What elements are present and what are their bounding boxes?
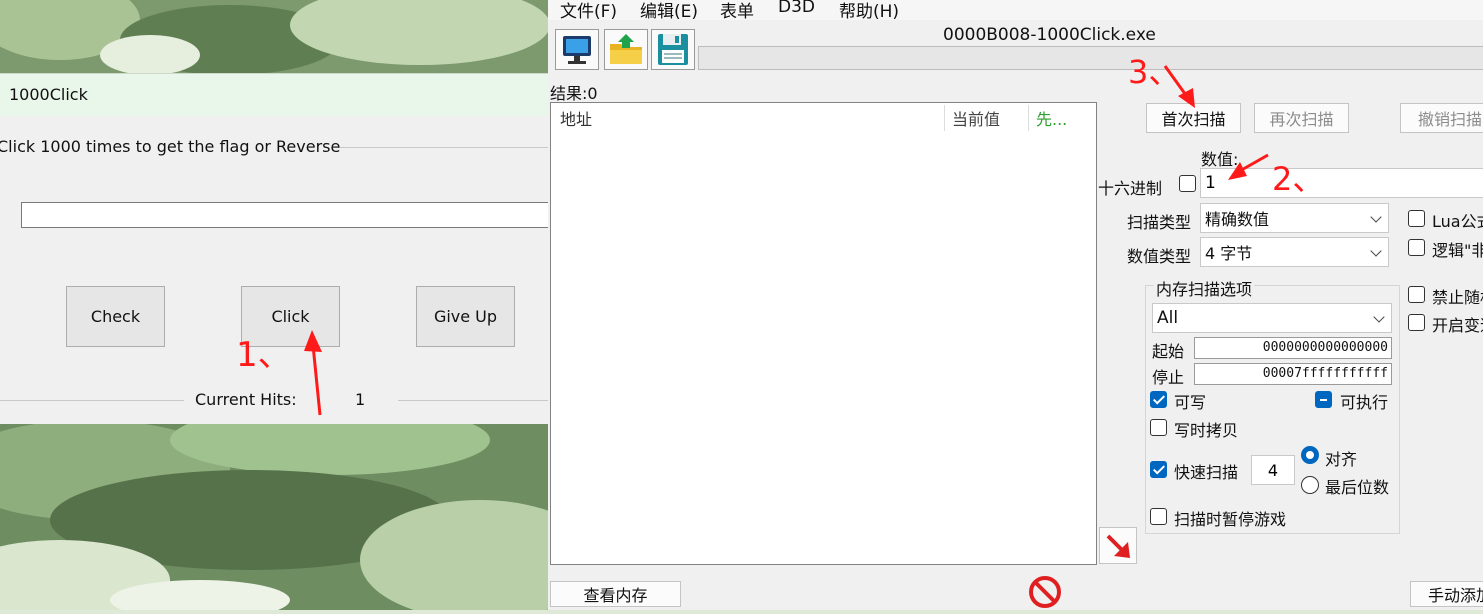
copy-on-write-label: 写时拷贝 (1174, 421, 1239, 440)
column-address[interactable]: 地址 (560, 106, 592, 130)
logic-not-label: 逻辑"非" (1432, 241, 1483, 260)
executable-label: 可执行 (1340, 393, 1389, 412)
open-process-button[interactable] (555, 29, 599, 70)
fast-scan-label: 快速扫描 (1174, 463, 1239, 482)
align-radio[interactable] (1301, 446, 1319, 464)
speedhack-checkbox[interactable] (1408, 314, 1425, 331)
memory-region-select[interactable]: All (1152, 303, 1392, 333)
hits-value: 1 (355, 390, 366, 409)
undo-scan-button[interactable]: 撤销扫描 (1400, 103, 1483, 133)
column-previous[interactable]: 先... (1036, 106, 1067, 130)
click-app-window: 1000Click Click 1000 times to get the fl… (0, 73, 561, 424)
scan-type-label: 扫描类型 (1127, 213, 1192, 232)
memory-options-label: 内存扫描选项 (1154, 276, 1255, 300)
last-digits-label: 最后位数 (1325, 478, 1390, 497)
click-app-title-bar: 1000Click (0, 74, 548, 116)
first-scan-button[interactable]: 首次扫描 (1146, 103, 1241, 133)
open-file-button[interactable] (604, 29, 648, 70)
save-disk-icon (658, 34, 688, 65)
writable-checkbox[interactable] (1150, 391, 1167, 408)
value-input[interactable] (1200, 168, 1483, 198)
add-to-list-button[interactable] (1099, 527, 1137, 564)
next-scan-button[interactable]: 再次扫描 (1254, 103, 1349, 133)
lua-formula-checkbox[interactable] (1408, 210, 1425, 227)
value-type-label: 数值类型 (1127, 247, 1192, 266)
column-separator (1028, 105, 1029, 131)
menu-bar: 文件(F) 编辑(E) 表单 D3D 帮助(H) (548, 0, 1483, 22)
value-label: 数值: (1201, 150, 1239, 169)
click-button[interactable]: Click (241, 286, 340, 347)
fast-scan-checkbox[interactable] (1150, 461, 1167, 478)
hex-label: 十六进制 (1098, 179, 1163, 198)
start-label: 起始 (1152, 342, 1185, 361)
column-current-value[interactable]: 当前值 (952, 106, 1000, 130)
scan-type-select[interactable]: 精确数值 (1200, 203, 1389, 233)
stop-label: 停止 (1152, 368, 1185, 387)
group-label: Click 1000 times to get the flag or Reve… (0, 137, 341, 156)
menu-d3d[interactable]: D3D (778, 0, 815, 17)
hex-checkbox[interactable] (1179, 175, 1196, 192)
fast-scan-input[interactable] (1251, 455, 1295, 485)
computer-icon (563, 36, 591, 64)
value-type-value: 4 字节 (1205, 244, 1253, 263)
menu-table[interactable]: 表单 (720, 0, 754, 22)
check-button[interactable]: Check (66, 286, 165, 347)
click-app-title: 1000Click (9, 85, 88, 104)
menu-help[interactable]: 帮助(H) (839, 0, 899, 22)
lua-formula-label: Lua公式 (1432, 212, 1483, 231)
chevron-down-icon (1370, 245, 1382, 257)
process-title: 0000B008-1000Click.exe (943, 25, 1156, 45)
menu-edit[interactable]: 编辑(E) (640, 0, 698, 22)
arrow-down-right-icon (1106, 534, 1130, 558)
stop-address-input[interactable]: 00007fffffffffff (1194, 363, 1392, 385)
hits-divider-right (398, 400, 548, 401)
stop-scan-button[interactable] (1026, 573, 1064, 610)
group-divider (337, 147, 548, 148)
value-type-select[interactable]: 4 字节 (1200, 237, 1389, 267)
results-list[interactable]: 地址 当前值 先... (550, 102, 1097, 565)
last-digits-radio[interactable] (1301, 476, 1319, 494)
no-entry-icon (1029, 576, 1061, 608)
memory-region-value: All (1157, 308, 1179, 328)
speedhack-label: 开启变速 (1432, 316, 1483, 335)
chevron-down-icon (1370, 211, 1382, 223)
view-memory-button[interactable]: 查看内存 (550, 581, 681, 607)
open-folder-icon (610, 34, 642, 64)
column-separator (944, 105, 945, 131)
scan-progress-bar (698, 46, 1483, 70)
disable-random-label: 禁止随机 (1432, 288, 1483, 307)
cheat-engine-window: 文件(F) 编辑(E) 表单 D3D 帮助(H) 0000B008-1000Cl… (548, 0, 1483, 610)
logic-not-checkbox[interactable] (1408, 239, 1425, 256)
give-up-button[interactable]: Give Up (416, 286, 515, 347)
menu-file[interactable]: 文件(F) (560, 0, 617, 22)
start-address-input[interactable]: 0000000000000000 (1194, 337, 1392, 359)
results-count: 结果:0 (550, 84, 598, 103)
scan-type-value: 精确数值 (1205, 210, 1270, 229)
writable-label: 可写 (1174, 393, 1207, 412)
flag-input[interactable] (21, 202, 561, 228)
hits-label: Current Hits: (195, 390, 297, 409)
copy-on-write-checkbox[interactable] (1150, 419, 1167, 436)
align-label: 对齐 (1325, 450, 1358, 469)
pause-game-checkbox[interactable] (1150, 508, 1167, 525)
hits-divider-left (0, 400, 184, 401)
executable-checkbox[interactable] (1315, 391, 1332, 408)
disable-random-checkbox[interactable] (1408, 286, 1425, 303)
pause-game-label: 扫描时暂停游戏 (1174, 510, 1287, 529)
chevron-down-icon (1373, 311, 1385, 323)
save-button[interactable] (651, 29, 695, 70)
add-address-manually-button[interactable]: 手动添加 (1410, 581, 1483, 607)
